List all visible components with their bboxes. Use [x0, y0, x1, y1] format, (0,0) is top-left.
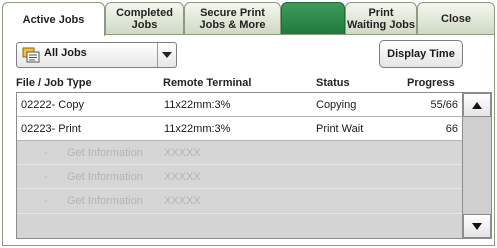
job-filter-dropdown[interactable]: All Jobs [16, 42, 177, 68]
job-filter-value: All Jobs [44, 47, 87, 59]
placeholder-info: Get Information [67, 147, 143, 159]
tab-active-jobs[interactable]: Active Jobs [2, 2, 105, 36]
scroll-down-icon [472, 222, 482, 230]
scroll-up-icon [472, 101, 482, 109]
table-row[interactable]: 02222- Copy 11x22mm:3% Copying 55/66 [17, 93, 462, 117]
close-button[interactable]: Close [417, 2, 495, 34]
job-type-cell: 02222- Copy [21, 99, 84, 111]
job-status-panel: All Jobs Display Time File / Job Type Re… [2, 34, 495, 246]
progress-cell: 55/66 [430, 99, 458, 111]
placeholder-prefix: - [44, 195, 48, 207]
display-time-button[interactable]: Display Time [379, 40, 463, 68]
column-header-file-job-type: File / Job Type [16, 77, 92, 89]
status-cell: Copying [316, 99, 357, 111]
job-table-scrollbar[interactable] [463, 92, 492, 239]
remote-terminal-cell: 11x22mm:3% [164, 123, 231, 135]
close-button-label: Close [441, 12, 471, 25]
status-cell: Print Wait [316, 123, 364, 135]
column-header-remote-terminal: Remote Terminal [163, 77, 252, 89]
placeholder-terminal: XXXXX [164, 171, 201, 183]
column-header-progress: Progress [407, 77, 455, 89]
tab-accent[interactable] [281, 2, 345, 34]
placeholder-prefix: - [44, 171, 48, 183]
jobs-list-icon [22, 47, 40, 63]
tab-secure-print-jobs[interactable]: Secure Print Jobs & More [184, 2, 281, 34]
job-table: 02222- Copy 11x22mm:3% Copying 55/66 022… [16, 92, 463, 239]
placeholder-terminal: XXXXX [164, 147, 201, 159]
tab-active-jobs-label: Active Jobs [22, 13, 85, 26]
remote-terminal-cell: 11x22mm:3% [164, 99, 231, 111]
tab-secure-print-label: Secure Print Jobs & More [199, 6, 266, 31]
scroll-down-button[interactable] [463, 214, 491, 238]
placeholder-info: Get Information [67, 171, 143, 183]
table-row[interactable]: 02223- Print 11x22mm:3% Print Wait 66 [17, 117, 462, 141]
chevron-down-icon[interactable] [157, 43, 176, 67]
tab-completed-jobs[interactable]: Completed Jobs [105, 2, 184, 34]
table-row-placeholder: - Get Information XXXXX [17, 165, 462, 189]
tab-bar: Active Jobs Completed Jobs Secure Print … [2, 2, 495, 36]
placeholder-prefix: - [44, 147, 48, 159]
tab-print-waiting-jobs[interactable]: Print Waiting Jobs [345, 2, 417, 34]
tab-completed-jobs-label: Completed Jobs [116, 6, 173, 31]
display-time-label: Display Time [387, 48, 455, 60]
placeholder-info: Get Information [67, 195, 143, 207]
table-row-placeholder: - Get Information XXXXX [17, 141, 462, 165]
column-header-status: Status [316, 77, 350, 89]
job-type-cell: 02223- Print [21, 123, 81, 135]
table-row-placeholder: - Get Information XXXXX [17, 189, 462, 214]
tab-print-waiting-label: Print Waiting Jobs [346, 6, 416, 31]
scroll-up-button[interactable] [463, 93, 491, 117]
placeholder-terminal: XXXXX [164, 195, 201, 207]
progress-cell: 66 [445, 123, 458, 135]
